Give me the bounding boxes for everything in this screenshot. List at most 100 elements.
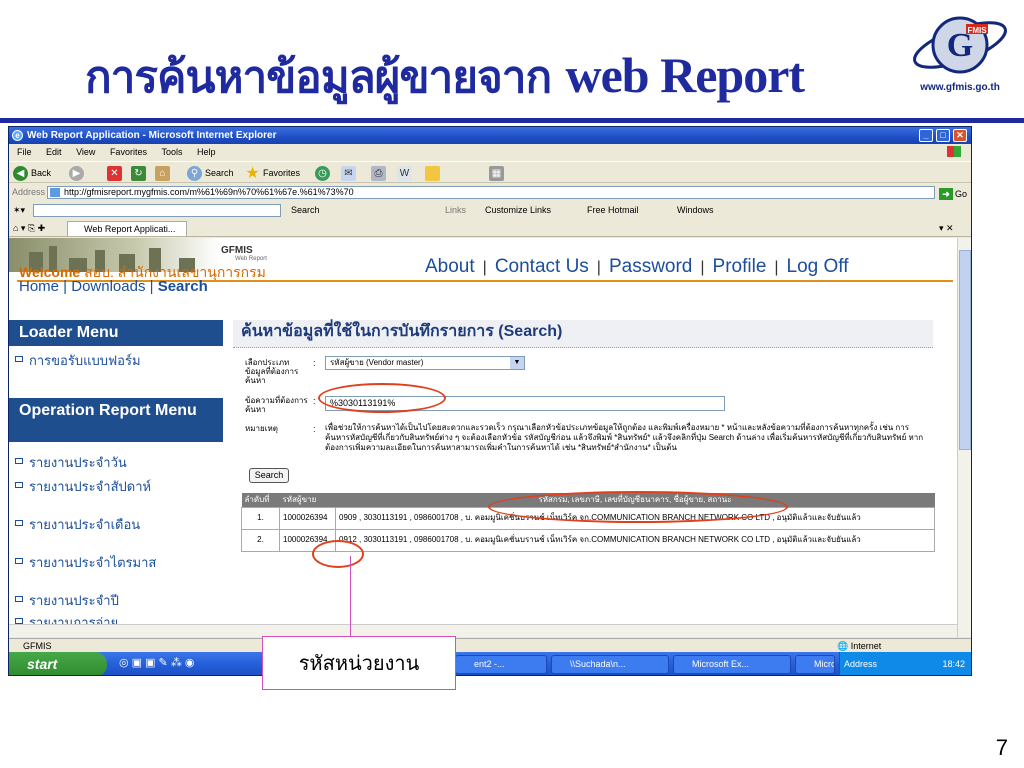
nav-about[interactable]: About — [425, 256, 475, 277]
nav-profile[interactable]: Profile — [713, 256, 767, 277]
windows-link[interactable]: Windows — [677, 202, 714, 219]
window-title: Web Report Application - Microsoft Inter… — [27, 130, 277, 141]
site-brand-name: GFMIS — [221, 245, 253, 256]
search-submit-button[interactable]: Search — [249, 468, 289, 483]
type-select[interactable]: รหัสผู้ขาย (Vendor master) ▼ — [325, 356, 525, 370]
nav-contact[interactable]: Contact Us — [495, 256, 589, 277]
toolbar-search-button[interactable]: Search — [291, 202, 320, 219]
report-yearly[interactable]: รายงานประจำปี — [15, 592, 209, 609]
dept-code-highlight — [312, 540, 364, 568]
report-quarterly-label: รายงานประจำไตรมาส — [29, 555, 157, 570]
search-page-title: ค้นหาข้อมูลที่ใช้ในการบันทึกรายการ (Sear… — [233, 320, 933, 348]
col-vendor: รหัสผู้ขาย — [279, 493, 336, 507]
menu-tools[interactable]: Tools — [161, 147, 182, 157]
bullet-icon — [15, 356, 23, 362]
row-no: 1. — [241, 506, 280, 530]
close-icon[interactable]: ✕ — [953, 129, 967, 142]
menu-help[interactable]: Help — [197, 147, 216, 157]
nav-logoff[interactable]: Log Off — [787, 256, 849, 277]
report-monthly-label: รายงานประจำเดือน — [29, 517, 141, 532]
gfmis-globe-icon: G FMIS — [913, 16, 1007, 74]
toolbar-search-input[interactable] — [33, 204, 281, 217]
quick-launch-icons[interactable]: ◎ ▣ ▣ ✎ ⁂ ◉ — [119, 656, 194, 669]
messenger-button[interactable]: ▦ — [489, 165, 504, 181]
links-label: Links — [445, 205, 467, 215]
bullet-icon — [15, 596, 23, 602]
maximize-icon[interactable]: □ — [936, 129, 950, 142]
edit-button[interactable]: W — [397, 165, 412, 181]
nav-search[interactable]: Search — [158, 278, 208, 295]
page-content: GFMIS Web Report Welcome สอบ. สำนักงานเลข… — [9, 238, 957, 637]
svg-text:FMIS: FMIS — [967, 26, 987, 35]
tab-close-icon[interactable]: ▾ ✕ — [939, 220, 954, 237]
taskbar-item[interactable]: ent2 -... — [455, 655, 547, 674]
back-arrow-icon: ◀ — [13, 165, 28, 181]
scroll-thumb[interactable] — [959, 250, 971, 450]
search-button[interactable]: ⚲ Search — [187, 165, 234, 181]
print-icon: ⎙ — [371, 165, 386, 181]
history-icon: ◷ — [315, 165, 330, 181]
menu-file[interactable]: File — [17, 147, 32, 157]
address-bar: Address http://gfmisreport.mygfmis.com/m… — [9, 184, 971, 201]
taskbar-item[interactable]: Microsoft Ex... — [673, 655, 791, 674]
clock: 18:42 — [942, 659, 965, 669]
back-button[interactable]: ◀ Back — [13, 165, 51, 181]
free-hotmail-link[interactable]: Free Hotmail — [587, 202, 639, 219]
report-monthly[interactable]: รายงานประจำเดือน — [15, 516, 209, 533]
search-icon: ⚲ — [187, 165, 202, 181]
favorites-button[interactable]: ★ Favorites — [245, 165, 300, 181]
menu-view[interactable]: View — [76, 147, 95, 157]
tab-web-report[interactable]: Web Report Applicati... — [67, 221, 187, 236]
note-label: หมายเหตุ — [245, 424, 278, 433]
minimize-icon[interactable]: _ — [919, 129, 933, 142]
report-weekly[interactable]: รายงานประจำสัปดาห์ — [15, 478, 209, 495]
taskbar-item[interactable]: Microsoft Po... — [795, 655, 835, 674]
vertical-scrollbar[interactable] — [957, 238, 971, 637]
status-bar: GFMIS 🌐 Internet — [9, 638, 971, 652]
customize-links[interactable]: Customize Links — [485, 202, 551, 219]
links-bar: ✶▾ Search Links Customize Links Free Hot… — [9, 202, 971, 219]
taskbar-item[interactable]: \\Suchada\n... — [551, 655, 669, 674]
chevron-down-icon: ▼ — [510, 357, 524, 369]
forward-button[interactable]: ▶ — [69, 165, 84, 181]
nav-downloads[interactable]: Downloads — [71, 278, 145, 295]
mail-button[interactable]: ✉ — [341, 165, 356, 181]
nav-home[interactable]: Home — [19, 278, 59, 295]
note-colon: : — [313, 424, 316, 434]
back-label: Back — [31, 168, 52, 178]
status-zone-label: Internet — [850, 641, 882, 651]
start-button[interactable]: start — [9, 652, 107, 675]
folder-icon — [425, 165, 440, 181]
report-daily-label: รายงานประจำวัน — [29, 455, 127, 470]
row-no: 2. — [241, 528, 280, 552]
print-button[interactable]: ⎙ — [371, 165, 386, 181]
callout-pointer — [350, 556, 351, 638]
menu-edit[interactable]: Edit — [46, 147, 62, 157]
horizontal-scrollbar[interactable] — [9, 624, 957, 637]
address-input[interactable]: http://gfmisreport.mygfmis.com/m%61%69n%… — [47, 186, 935, 199]
address-label: Address — [12, 187, 46, 197]
slide-title-english: web Report — [565, 47, 805, 103]
col-no: ลำดับที่ — [241, 493, 280, 507]
note-text: เพื่อช่วยให้การค้นหาได้เป็นไปโดยสะดวกและ… — [325, 423, 924, 452]
discuss-button[interactable] — [425, 165, 440, 181]
loader-item-form[interactable]: การขอรับแบบฟอร์ม — [15, 352, 209, 369]
history-button[interactable]: ◷ — [315, 165, 330, 181]
bullet-icon — [15, 520, 23, 526]
nav-password[interactable]: Password — [609, 256, 692, 277]
menu-favorites[interactable]: Favorites — [110, 147, 147, 157]
toolbar-logo-icon: ✶▾ — [13, 205, 26, 215]
window-titlebar[interactable]: e Web Report Application - Microsoft Int… — [9, 127, 971, 144]
system-tray: Address 18:42 — [839, 652, 971, 675]
browser-window: e Web Report Application - Microsoft Int… — [8, 126, 972, 676]
report-quarterly[interactable]: รายงานประจำไตรมาส — [15, 554, 209, 571]
standard-toolbar: ◀ Back ▶ ✕ ↻ ⌂ ⚲ Search ★ Favorites ◷ ✉ ⎙ W… — [9, 161, 971, 183]
refresh-button[interactable]: ↻ — [131, 165, 146, 181]
report-daily[interactable]: รายงานประจำวัน — [15, 454, 209, 471]
edit-icon: W — [397, 165, 412, 181]
keyword-highlight — [318, 383, 446, 413]
keyword-label: ข้อความที่ต้องการค้นหา — [245, 396, 308, 414]
home-button[interactable]: ⌂ — [155, 165, 170, 181]
go-button[interactable]: ➜ Go — [939, 186, 967, 203]
stop-button[interactable]: ✕ — [107, 165, 122, 181]
